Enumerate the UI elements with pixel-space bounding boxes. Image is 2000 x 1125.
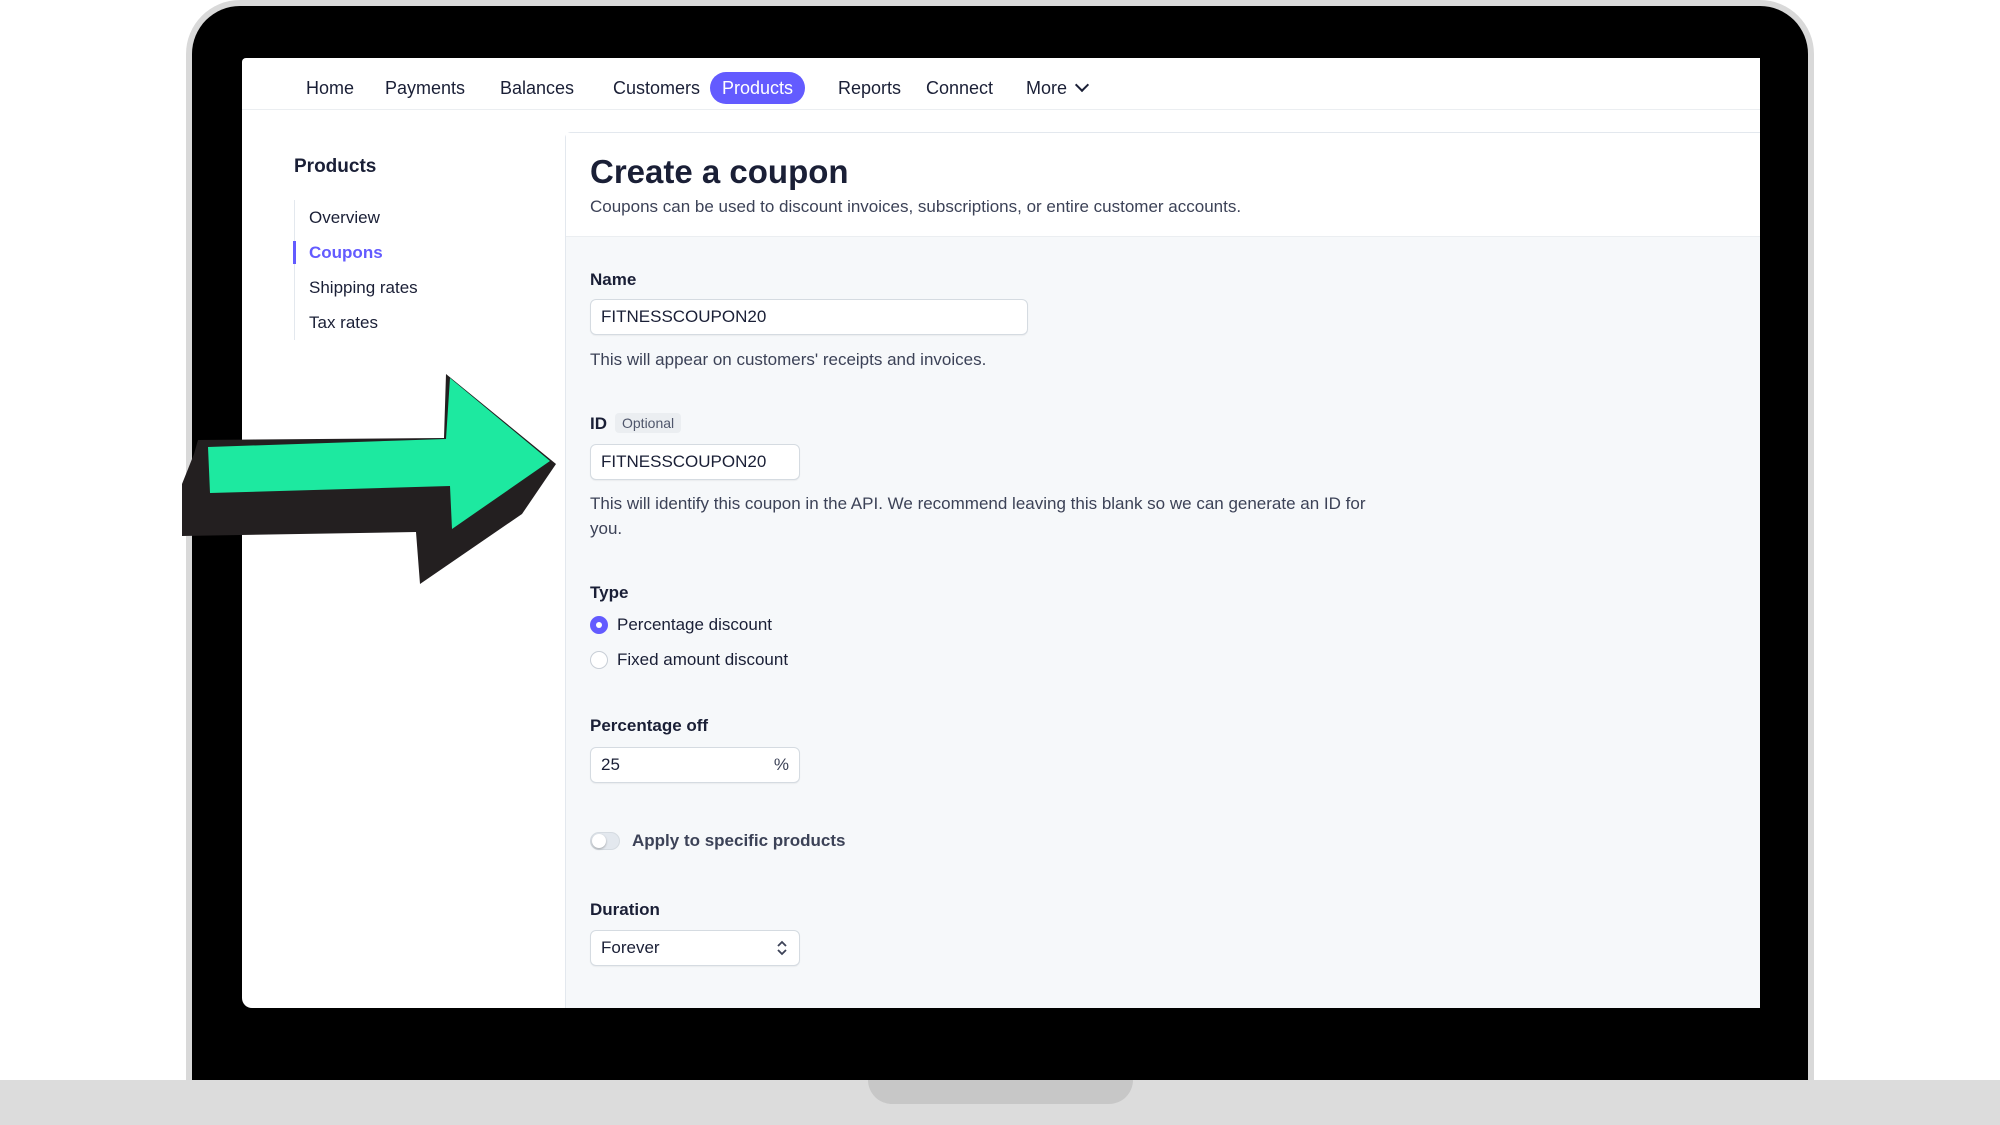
nav-payments[interactable]: Payments — [373, 72, 477, 104]
sidebar-item-overview[interactable]: Overview — [295, 200, 418, 235]
radio-label: Percentage discount — [617, 615, 772, 634]
nav-balances[interactable]: Balances — [488, 72, 586, 104]
nav-products[interactable]: Products — [710, 72, 806, 104]
id-label: ID Optional — [590, 413, 682, 434]
id-help-line1: This will identify this coupon in the AP… — [590, 494, 1366, 513]
id-input[interactable]: FITNESSCOUPON20 — [590, 444, 800, 480]
apply-specific-products-label: Apply to specific products — [632, 831, 846, 850]
sidebar-title: Products — [294, 156, 377, 177]
duration-select[interactable]: Forever — [590, 930, 800, 966]
nav-more-label: More — [1026, 78, 1068, 98]
select-updown-icon — [777, 940, 787, 956]
toggle-knob — [592, 834, 606, 848]
nav-reports[interactable]: Reports — [826, 72, 913, 104]
nav-customers[interactable]: Customers — [601, 72, 712, 104]
id-label-text: ID — [590, 414, 607, 433]
type-label: Type — [590, 583, 629, 602]
duration-label: Duration — [590, 900, 660, 919]
percentage-off-label: Percentage off — [590, 716, 709, 735]
optional-badge: Optional — [615, 413, 682, 433]
percentage-off-value: 25 — [601, 755, 620, 774]
sidebar-item-tax-rates[interactable]: Tax rates — [295, 305, 418, 340]
radio-label: Fixed amount discount — [617, 650, 789, 669]
sidebar-item-coupons[interactable]: Coupons — [293, 235, 418, 270]
nav-home[interactable]: Home — [294, 72, 366, 104]
sidebar-item-shipping-rates[interactable]: Shipping rates — [295, 270, 418, 305]
nav-connect[interactable]: Connect — [914, 72, 1005, 104]
name-help: This will appear on customers' receipts … — [590, 350, 987, 369]
duration-value: Forever — [601, 938, 660, 957]
top-nav: Home Payments Balances Customers Product… — [242, 58, 1760, 110]
panel-header: Create a coupon Coupons can be used to d… — [566, 133, 1760, 237]
name-label: Name — [590, 270, 637, 289]
percent-suffix: % — [773, 755, 789, 774]
apply-specific-products-toggle[interactable] — [590, 832, 620, 850]
radio-button[interactable] — [590, 651, 608, 669]
nav-more[interactable]: More — [1014, 72, 1099, 104]
coupon-form-panel: Create a coupon Coupons can be used to d… — [565, 132, 1760, 1008]
laptop-notch — [868, 1080, 1133, 1104]
page-subtitle: Coupons can be used to discount invoices… — [590, 197, 1242, 216]
name-input[interactable]: FITNESSCOUPON20 — [590, 299, 1028, 335]
sidebar-list: Overview Coupons Shipping rates Tax rate… — [293, 200, 418, 340]
percentage-off-input[interactable]: 25 % — [590, 747, 800, 783]
id-help-line2: you. — [590, 519, 623, 538]
radio-button-checked[interactable] — [590, 616, 608, 634]
arrow-pointer-icon — [182, 374, 556, 584]
page-title: Create a coupon — [590, 153, 849, 190]
chevron-down-icon — [1074, 77, 1090, 93]
